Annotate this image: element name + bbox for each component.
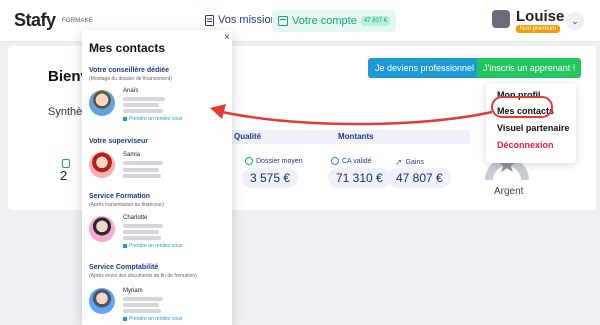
user-name: Louise bbox=[516, 8, 565, 25]
contact-name: Samia bbox=[123, 152, 141, 158]
user-role-badge: Non premium bbox=[516, 25, 561, 33]
chevron-down-icon[interactable]: ⌄ bbox=[566, 12, 584, 30]
appointment-label: Prendre un rendez vous bbox=[129, 243, 183, 249]
register-learner-button[interactable]: J'inscris un apprenant ! bbox=[477, 58, 582, 78]
euro-icon bbox=[331, 157, 339, 165]
stat-count-value: 2 bbox=[60, 168, 68, 183]
close-icon[interactable]: × bbox=[224, 32, 230, 43]
section-subtitle: (Après envoi des documents de fin de for… bbox=[89, 273, 197, 279]
logo-subtitle: FORMAKE bbox=[62, 18, 94, 24]
wallet-icon bbox=[278, 16, 288, 26]
document-icon bbox=[62, 159, 70, 168]
app-logo[interactable]: Stafy bbox=[14, 10, 56, 31]
blurred-text bbox=[123, 224, 163, 228]
blurred-text bbox=[123, 236, 161, 240]
level-label: Argent bbox=[494, 186, 524, 197]
menu-item-deconnexion[interactable]: Déconnexion bbox=[497, 140, 554, 150]
blurred-text bbox=[123, 309, 161, 313]
trend-up-icon: ➚ bbox=[395, 157, 403, 167]
nav-compte-label: Votre compte bbox=[292, 15, 357, 27]
appointment-label: Prendre un rendez vous bbox=[129, 116, 183, 122]
nav-compte-link[interactable]: Votre compte 47 807 € bbox=[272, 10, 397, 32]
avatar bbox=[89, 90, 115, 116]
menu-item-visuel[interactable]: Visuel partenaire bbox=[497, 123, 569, 133]
dossier-moyen-value: 3 575 € bbox=[242, 168, 299, 188]
dossier-moyen-text: Dossier moyen bbox=[256, 157, 303, 165]
gains-label: ➚ Gains bbox=[395, 157, 424, 168]
appointment-link[interactable]: Prendre un rendez vous bbox=[123, 243, 182, 249]
section-title: Votre conseillère dédiée bbox=[89, 67, 170, 74]
section-subtitle: (Après transmission au financeur) bbox=[89, 202, 164, 208]
section-subtitle: (Montage du dossier de financement) bbox=[89, 76, 172, 82]
user-avatar[interactable] bbox=[492, 10, 510, 28]
contact-name: Anaïs bbox=[123, 88, 139, 94]
calendar-icon bbox=[123, 117, 127, 121]
ca-valide-text: CA validé bbox=[342, 157, 372, 165]
avatar bbox=[89, 152, 115, 178]
blurred-text bbox=[123, 103, 159, 107]
blurred-text bbox=[123, 230, 159, 234]
calendar-icon bbox=[123, 317, 127, 321]
contact-name: Charlotte bbox=[123, 215, 148, 221]
section-title: Service Comptabilité bbox=[89, 264, 159, 271]
calendar-icon bbox=[123, 244, 127, 248]
euro-icon bbox=[245, 157, 253, 165]
ca-valide-label: CA validé bbox=[331, 157, 372, 165]
blurred-text bbox=[123, 161, 163, 165]
highlight-annotation bbox=[491, 96, 553, 118]
blurred-text bbox=[123, 297, 163, 301]
nav-missions-link[interactable]: Vos missions bbox=[205, 14, 282, 26]
section-title: Votre superviseur bbox=[89, 138, 149, 145]
blurred-text bbox=[123, 303, 159, 307]
dossier-moyen-label: Dossier moyen bbox=[245, 157, 303, 165]
montants-header: Montants bbox=[338, 132, 374, 141]
blurred-text bbox=[123, 109, 163, 113]
gains-text: Gains bbox=[405, 159, 424, 166]
contact-name: Myriam bbox=[123, 288, 143, 294]
ca-valide-value: 71 310 € bbox=[328, 168, 391, 188]
avatar bbox=[89, 216, 115, 242]
contacts-title: Mes contacts bbox=[89, 41, 166, 55]
user-dropdown-menu: Mon profil Mes contacts Visuel partenair… bbox=[486, 83, 576, 163]
section-title: Service Formation bbox=[89, 193, 151, 200]
document-icon bbox=[205, 14, 214, 26]
compte-badge: 47 807 € bbox=[360, 16, 391, 26]
blurred-text bbox=[123, 168, 159, 172]
gains-value: 47 807 € bbox=[388, 168, 451, 188]
qualite-header: Qualité bbox=[234, 132, 262, 141]
blurred-text bbox=[123, 174, 161, 178]
appointment-link[interactable]: Prendre un rendez vous bbox=[123, 316, 182, 322]
avatar bbox=[89, 288, 115, 314]
blurred-text bbox=[123, 97, 165, 101]
become-pro-button[interactable]: Je deviens professionnel bbox=[368, 58, 482, 78]
appointment-label: Prendre un rendez vous bbox=[129, 316, 183, 322]
appointment-link[interactable]: Prendre un rendez vous bbox=[123, 116, 182, 122]
